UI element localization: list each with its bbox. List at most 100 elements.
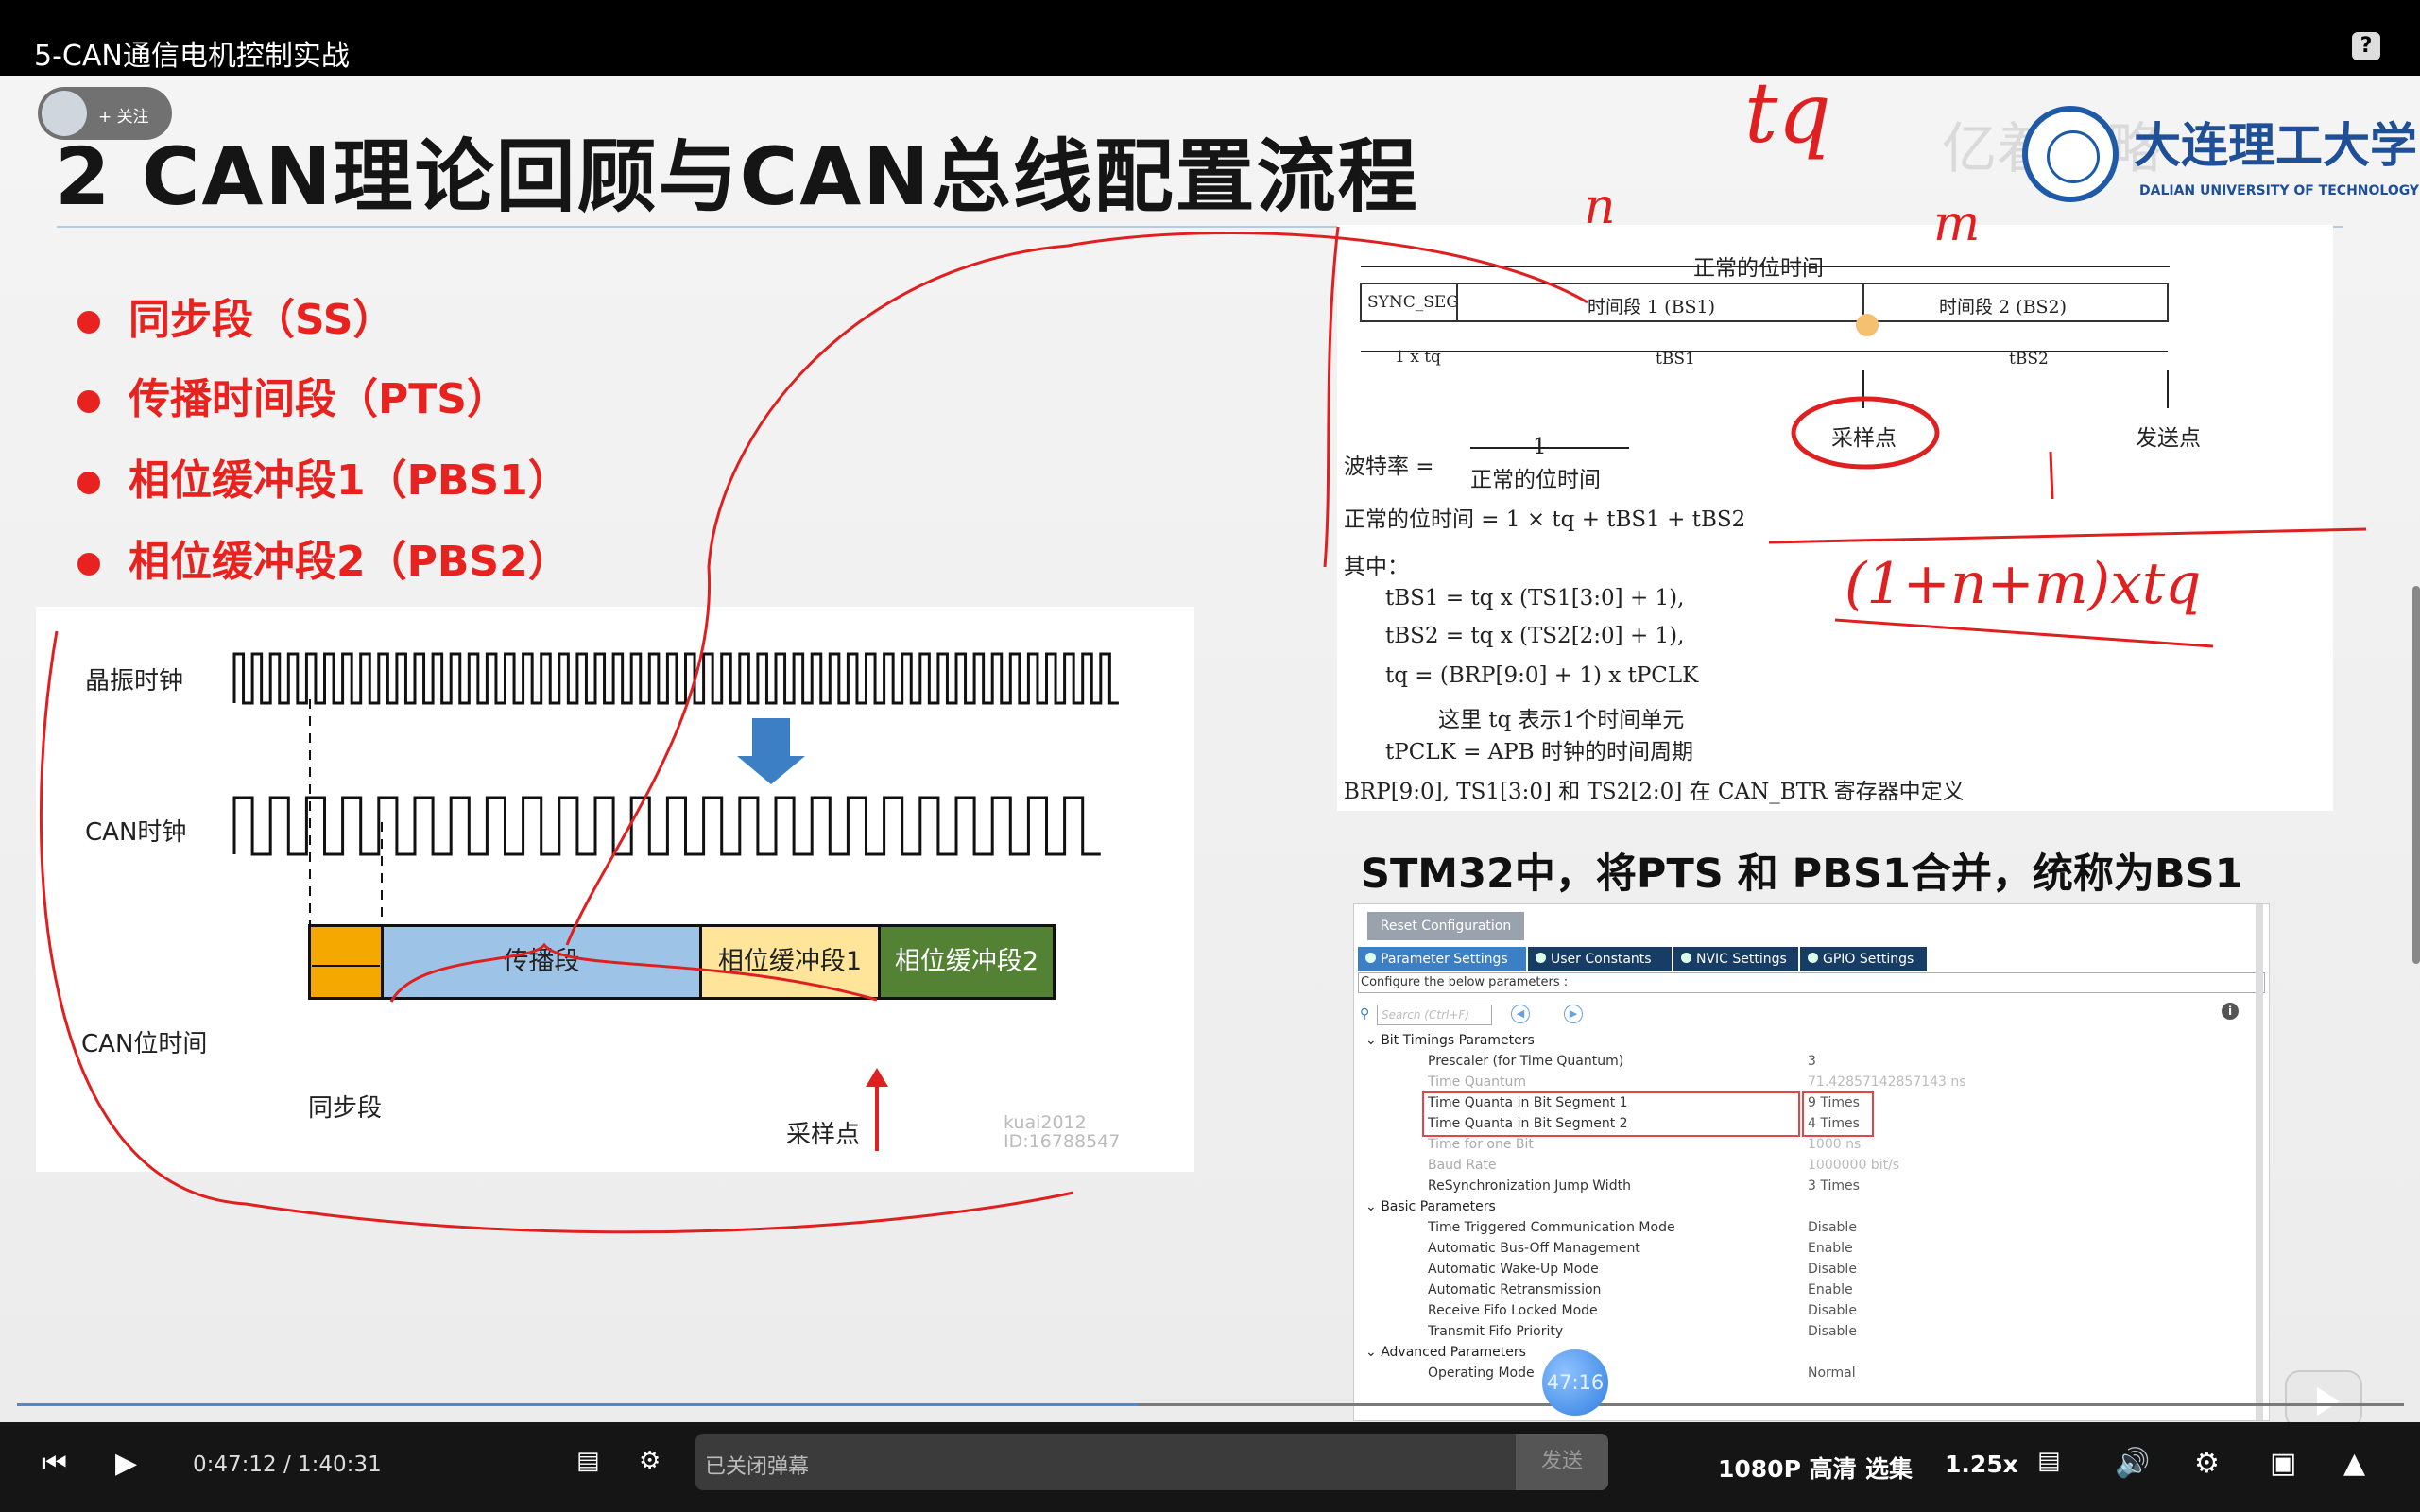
time-display: 0:47:12 / 1:40:31 (193, 1452, 382, 1477)
fullscreen-icon[interactable]: ▲ (2343, 1447, 2365, 1480)
info-icon[interactable]: i (2222, 1003, 2239, 1020)
bullet-item: 传播时间段（PTS） (77, 365, 508, 425)
param-value: 1000 ns (1808, 1137, 1862, 1152)
sample-point-ref: 采样点 (1831, 426, 1897, 451)
id-watermark: kuai2012 ID:16788547 (1004, 1112, 1121, 1152)
scrollbar[interactable] (2256, 904, 2263, 1420)
university-seal-icon (2022, 106, 2119, 202)
group-basic[interactable]: ⌄ Basic Parameters (1365, 1199, 1496, 1214)
param-value: 1000000 bit/s (1808, 1158, 1900, 1173)
param-row: Automatic Bus-Off Management (1428, 1241, 1640, 1256)
next-icon[interactable]: ▶ (1564, 1005, 1583, 1023)
btr-note: BRP[9:0], TS1[3:0] 和 TS2[2:0] 在 CAN_BTR … (1344, 780, 1965, 804)
param-row: Baud Rate (1428, 1158, 1497, 1173)
check-icon (1536, 953, 1546, 963)
tab-gpio-settings[interactable]: GPIO Settings (1800, 947, 1927, 971)
highlight-box (1422, 1091, 1800, 1137)
check-icon (1365, 953, 1376, 963)
video-title-bar: 5-CAN通信电机控制实战 ? (0, 0, 2420, 76)
video-frame[interactable]: + 关注 2 CAN理论回顾与CAN总线配置流程 亿着倒略 大连理工大学 DAL… (0, 76, 2420, 1422)
settings-icon[interactable]: ⚙ (2194, 1447, 2220, 1480)
group-advanced[interactable]: ⌄ Advanced Parameters (1365, 1345, 1526, 1360)
param-value[interactable]: Disable (1808, 1220, 1857, 1235)
sample-point-label: 采样点 (786, 1121, 861, 1149)
bullet-item: 相位缓冲段1（PBS1） (77, 446, 570, 507)
param-value[interactable]: 3 (1808, 1054, 1816, 1069)
pbs1-segment: 相位缓冲段1 (699, 924, 881, 1000)
formula-tbs1: tBS1 = tq x (TS1[3:0] + 1), (1385, 586, 1685, 610)
bit-time-formula: 正常的位时间 = 1 × tq + tBS1 + tBS2 (1344, 507, 1746, 532)
send-button[interactable]: 发送 (1516, 1434, 1608, 1490)
param-value[interactable]: Enable (1808, 1282, 1853, 1297)
bullet-item: 同步段（SS） (77, 285, 394, 346)
chevron-down-icon: ⌄ (1365, 1345, 1377, 1360)
progress-remaining[interactable] (1138, 1403, 2404, 1406)
can-clock-label: CAN时钟 (85, 818, 187, 847)
chevron-down-icon: ⌄ (1365, 1199, 1377, 1214)
param-row: Prescaler (for Time Quantum) (1428, 1054, 1624, 1069)
baud-label: 波特率 = (1344, 455, 1434, 479)
param-value[interactable]: Disable (1808, 1262, 1857, 1277)
where-label: 其中： (1344, 555, 1409, 579)
param-value[interactable]: 3 Times (1808, 1178, 1860, 1194)
reset-configuration-button[interactable]: Reset Configuration (1367, 912, 1524, 940)
side-scroll-handle[interactable] (2412, 586, 2420, 964)
bit-time-label: CAN位时间 (81, 1030, 208, 1058)
param-row: Time Quantum (1428, 1074, 1527, 1090)
formula-tpclk: tPCLK = APB 时钟的时间周期 (1385, 740, 1693, 765)
pbs2-segment: 相位缓冲段2 (878, 924, 1056, 1000)
param-row: Transmit Fifo Priority (1428, 1324, 1564, 1339)
search-icon: ⚲ (1360, 1006, 1370, 1022)
param-row: ReSynchronization Jump Width (1428, 1178, 1631, 1194)
osc-clock-label: 晶振时钟 (85, 667, 184, 696)
quality-button[interactable]: 1080P 高清 (1718, 1451, 1857, 1485)
pip-icon[interactable]: ▣ (2270, 1447, 2296, 1480)
check-icon (1808, 953, 1818, 963)
tab-parameter-settings[interactable]: Parameter Settings (1358, 947, 1526, 971)
param-value[interactable]: Disable (1808, 1324, 1857, 1339)
formula-tq: tq = (BRP[9:0] + 1) x tPCLK (1385, 663, 1699, 688)
progress-played[interactable] (17, 1403, 1138, 1406)
param-value: 71.42857142857143 ns (1808, 1074, 1966, 1090)
check-icon (1681, 953, 1691, 963)
tab-user-constants[interactable]: User Constants (1528, 947, 1672, 971)
baud-numerator: 1 (1533, 435, 1547, 459)
sync-segment-label: 同步段 (308, 1094, 383, 1123)
tbs2-mark: tBS2 (2009, 350, 2049, 369)
tq-mark: 1 x tq (1395, 348, 1441, 367)
logo-cn: 大连理工大学 (2134, 117, 2417, 173)
tab-nvic-settings[interactable]: NVIC Settings (1673, 947, 1798, 971)
subtitle-icon[interactable]: ▤ (2037, 1447, 2061, 1475)
param-row: Receive Fifo Locked Mode (1428, 1303, 1598, 1318)
play-overlay-button[interactable] (2285, 1370, 2362, 1422)
danmu-toggle-icon[interactable]: ▤ (576, 1447, 600, 1475)
search-input[interactable]: Search (Ctrl+F) (1377, 1005, 1492, 1025)
slide-title: 2 CAN理论回顾与CAN总线配置流程 (55, 130, 1419, 223)
timing-diagram (36, 607, 1194, 1172)
danmu-settings-icon[interactable]: ⚙ (639, 1447, 661, 1475)
param-value[interactable]: Disable (1808, 1303, 1857, 1318)
baud-denominator: 正常的位时间 (1470, 468, 1601, 492)
speed-button[interactable]: 1.25x (1945, 1451, 2018, 1478)
stm32-note: STM32中，将PTS 和 PBS1合并，统称为BS1 (1361, 850, 2243, 898)
progress-hover-time: 47:16 (1542, 1349, 1608, 1416)
normal-bit-time-label: 正常的位时间 (1693, 256, 1824, 281)
param-row: Operating Mode (1428, 1366, 1535, 1381)
danmu-input[interactable]: 已关闭弹幕 发送 (695, 1434, 1608, 1490)
play-icon[interactable]: ▶ (115, 1447, 137, 1480)
param-row: Time for one Bit (1428, 1137, 1534, 1152)
cubemx-panel: Reset Configuration Parameter Settings U… (1353, 903, 2270, 1421)
previous-icon[interactable]: ⏮ (42, 1447, 67, 1480)
volume-icon[interactable]: 🔊 (2115, 1447, 2150, 1480)
param-value[interactable]: Normal (1808, 1366, 1856, 1381)
prev-icon[interactable]: ◀ (1511, 1005, 1530, 1023)
episodes-button[interactable]: 选集 (1865, 1451, 1913, 1485)
prop-segment: 传播段 (381, 924, 702, 1000)
bullet-item: 相位缓冲段2（PBS2） (77, 527, 570, 588)
param-row: Time Triggered Communication Mode (1428, 1220, 1675, 1235)
send-point-ref: 发送点 (2136, 426, 2201, 451)
help-icon[interactable]: ? (2352, 32, 2380, 60)
group-bit-timings[interactable]: ⌄ Bit Timings Parameters (1365, 1033, 1535, 1048)
tbs1-mark: tBS1 (1656, 350, 1695, 369)
param-value[interactable]: Enable (1808, 1241, 1853, 1256)
